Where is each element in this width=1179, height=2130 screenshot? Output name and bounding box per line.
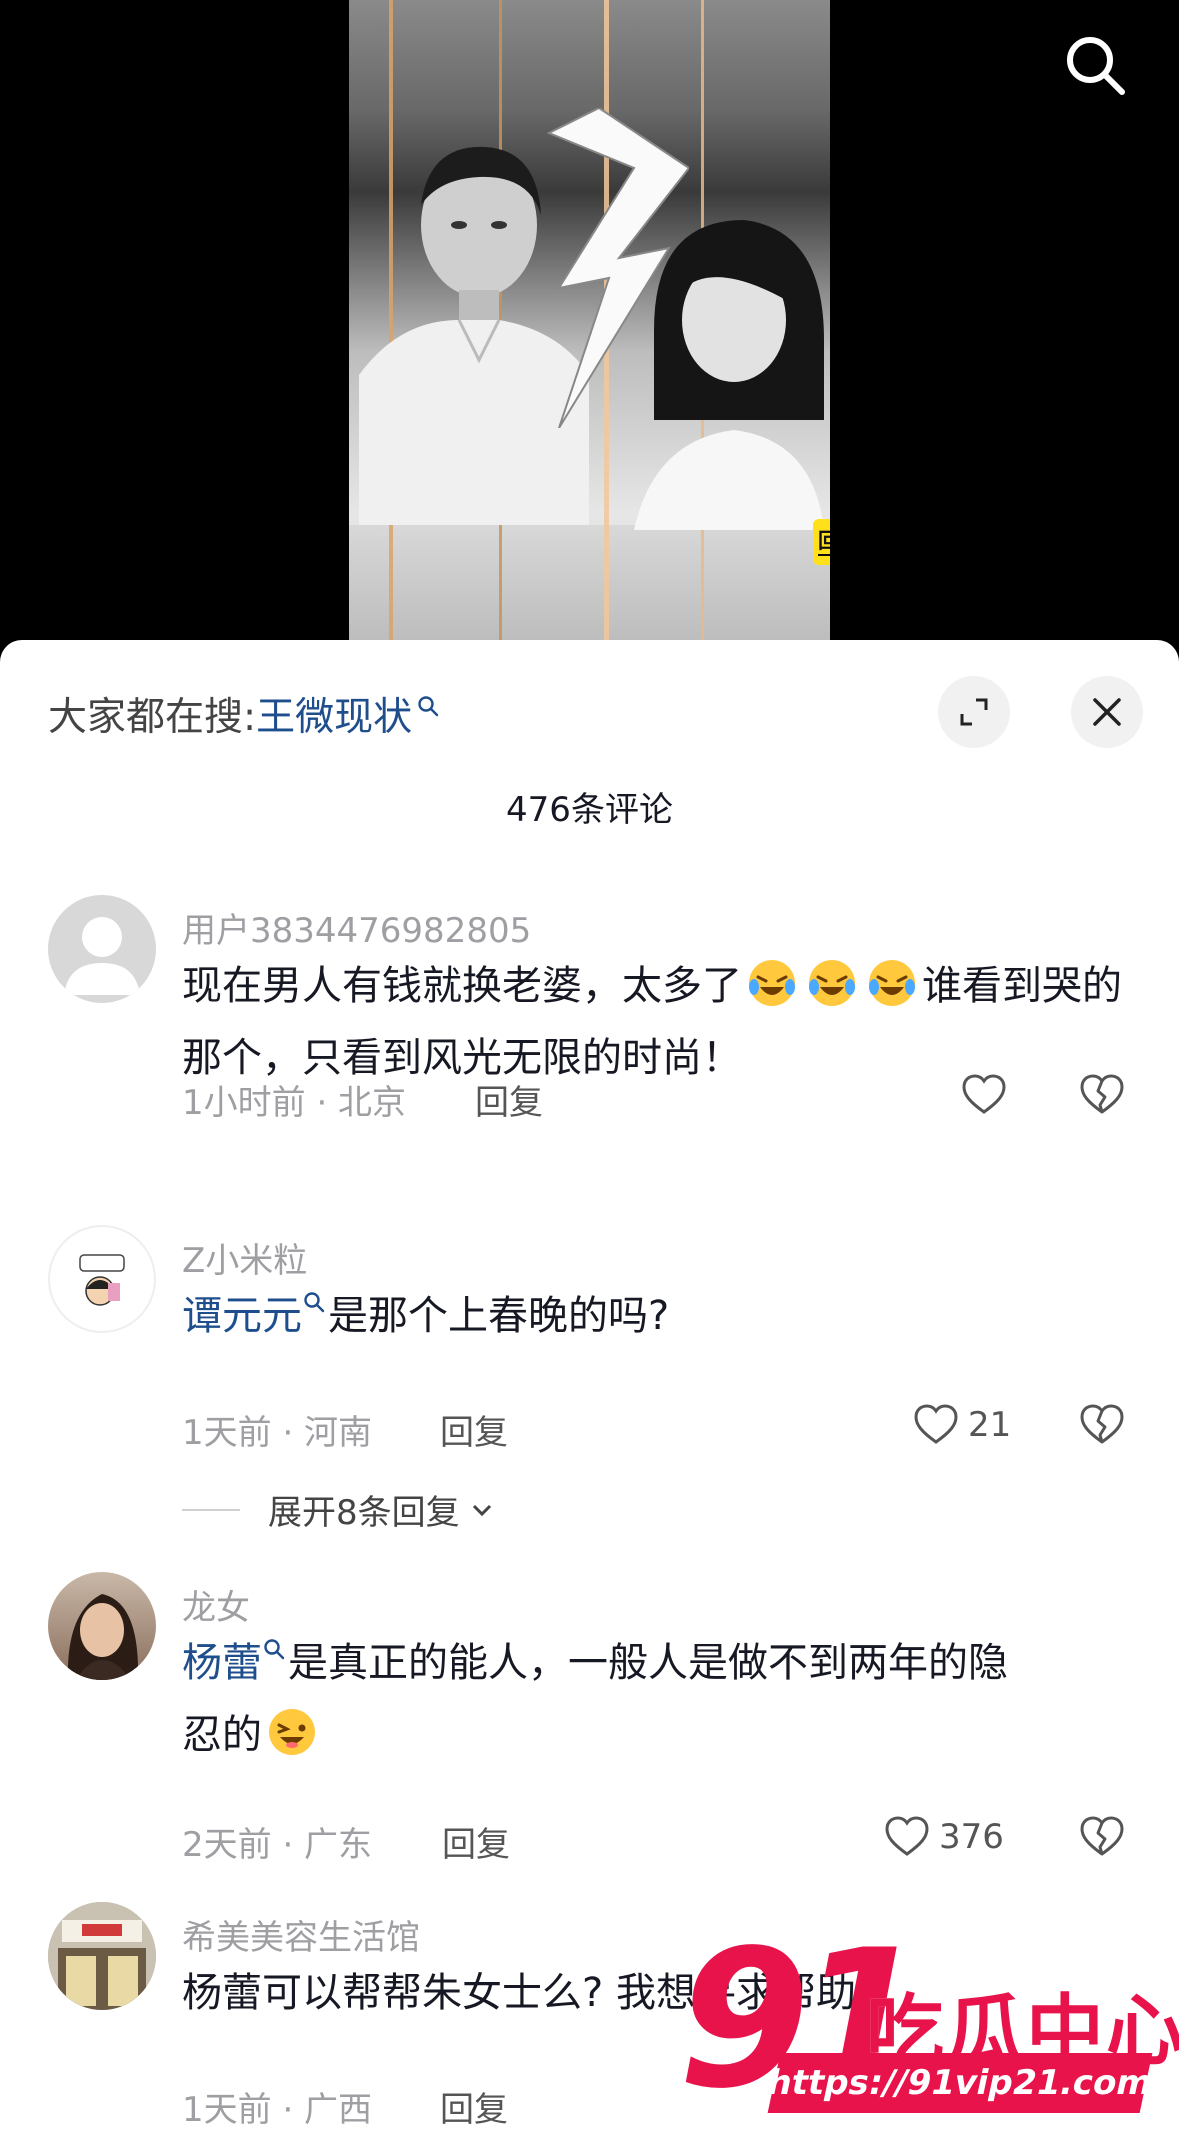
avatar-illustration bbox=[79, 1254, 125, 1306]
comment-username[interactable]: 用户3834476982805 bbox=[182, 903, 531, 952]
comment-text: 杨蕾 是真正的能人，一般人是做不到两年的隐 忍的 bbox=[182, 1627, 1142, 1771]
comment-time-location: 1小时前 · 北京 bbox=[182, 1083, 407, 1123]
close-icon bbox=[1093, 698, 1121, 726]
dislike-heart-icon[interactable] bbox=[1078, 1401, 1126, 1449]
avatar[interactable] bbox=[48, 1225, 156, 1333]
video-player[interactable]: 回家逼老婆杨蕾签字离婚 bbox=[0, 0, 1179, 660]
close-button[interactable] bbox=[1071, 676, 1143, 748]
search-icon bbox=[418, 696, 439, 717]
search-icon bbox=[264, 1639, 285, 1660]
video-caption-text: 回家逼老婆杨蕾签字离婚 bbox=[818, 528, 830, 556]
dislike-heart-icon[interactable] bbox=[1078, 1071, 1126, 1119]
video-top-band bbox=[349, 0, 830, 105]
video-frame[interactable]: 回家逼老婆杨蕾签字离婚 bbox=[349, 0, 830, 640]
like-button[interactable]: 376 bbox=[883, 1813, 1004, 1861]
watermark-url-banner: https://91vip21.com bbox=[764, 2053, 1156, 2113]
comment-username[interactable]: 龙女 bbox=[182, 1580, 250, 1629]
search-keyword-link[interactable]: 杨蕾 bbox=[182, 1640, 262, 1686]
comment-text-part: 是那个上春晚的吗? bbox=[328, 1293, 670, 1339]
reply-button[interactable]: 回复 bbox=[440, 2082, 508, 2130]
trending-search-prefix: 大家都在搜: bbox=[48, 695, 257, 740]
site-watermark: 91 吃瓜中心 https://91vip21.com bbox=[678, 1925, 1179, 2125]
grin-emoji bbox=[269, 1709, 315, 1755]
avatar-storefront bbox=[48, 1902, 156, 2010]
watermark-url: https://91vip21.com bbox=[763, 2063, 1157, 2103]
reply-button[interactable]: 回复 bbox=[442, 1817, 510, 1866]
default-avatar-icon bbox=[64, 917, 140, 995]
comment-text-part: 忍的 bbox=[182, 1712, 262, 1758]
chevron-down-icon bbox=[472, 1504, 491, 1516]
comment-username[interactable]: 希美美容生活馆 bbox=[182, 1910, 420, 1959]
comment-time-location: 2天前 · 广东 bbox=[182, 1825, 373, 1865]
avatar[interactable] bbox=[48, 1572, 156, 1680]
comment-text-part: 是真正的能人，一般人是做不到两年的隐 bbox=[288, 1640, 1008, 1686]
laugh-cry-emoji bbox=[869, 960, 915, 1006]
divider bbox=[182, 1508, 240, 1511]
like-button[interactable]: 21 bbox=[912, 1401, 1011, 1449]
heart-icon bbox=[962, 1074, 1006, 1114]
like-button[interactable] bbox=[960, 1071, 1016, 1119]
comment-username[interactable]: Z小米粒 bbox=[182, 1233, 307, 1282]
search-keyword-link[interactable]: 谭元元 bbox=[182, 1293, 302, 1339]
comment-text-part: 现在男人有钱就换老婆，太多了 bbox=[182, 963, 742, 1009]
search-icon bbox=[304, 1292, 325, 1313]
reply-button[interactable]: 回复 bbox=[475, 1075, 543, 1124]
trending-search-keyword[interactable]: 王微现状 bbox=[256, 686, 412, 742]
laugh-cry-emoji bbox=[809, 960, 855, 1006]
trending-search[interactable]: 大家都在搜: 王微现状 bbox=[48, 686, 440, 742]
comment-panel: 大家都在搜: 王微现状 476条评论 用户3834476982805 现在男人有… bbox=[0, 640, 1179, 2130]
dislike-heart-icon[interactable] bbox=[1078, 1813, 1126, 1861]
avatar[interactable] bbox=[48, 1902, 156, 2010]
comment-time-location: 1天前 · 广西 bbox=[182, 2090, 373, 2130]
heart-icon bbox=[885, 1816, 929, 1856]
video-caption: 回家逼老婆杨蕾签字离婚 bbox=[813, 519, 830, 565]
comment-time-location: 1天前 · 河南 bbox=[182, 1413, 373, 1453]
comment-text: 谭元元 是那个上春晚的吗? bbox=[182, 1280, 1142, 1352]
expand-icon bbox=[960, 698, 988, 726]
avatar[interactable] bbox=[48, 895, 156, 1003]
search-icon[interactable] bbox=[1062, 32, 1128, 98]
comment-count: 476条评论 bbox=[506, 790, 673, 830]
laugh-cry-emoji bbox=[749, 960, 795, 1006]
reply-button[interactable]: 回复 bbox=[440, 1405, 508, 1454]
expand-button[interactable] bbox=[938, 676, 1010, 748]
heart-icon bbox=[914, 1404, 958, 1444]
avatar-photo bbox=[67, 1594, 139, 1680]
video-person-woman bbox=[634, 220, 824, 530]
like-count: 376 bbox=[939, 1817, 1004, 1857]
expand-replies-label: 展开8条回复 bbox=[268, 1493, 460, 1533]
like-count: 21 bbox=[968, 1405, 1012, 1445]
expand-replies-button[interactable]: 展开8条回复 bbox=[182, 1485, 496, 1534]
video-bottom-band bbox=[349, 525, 830, 640]
